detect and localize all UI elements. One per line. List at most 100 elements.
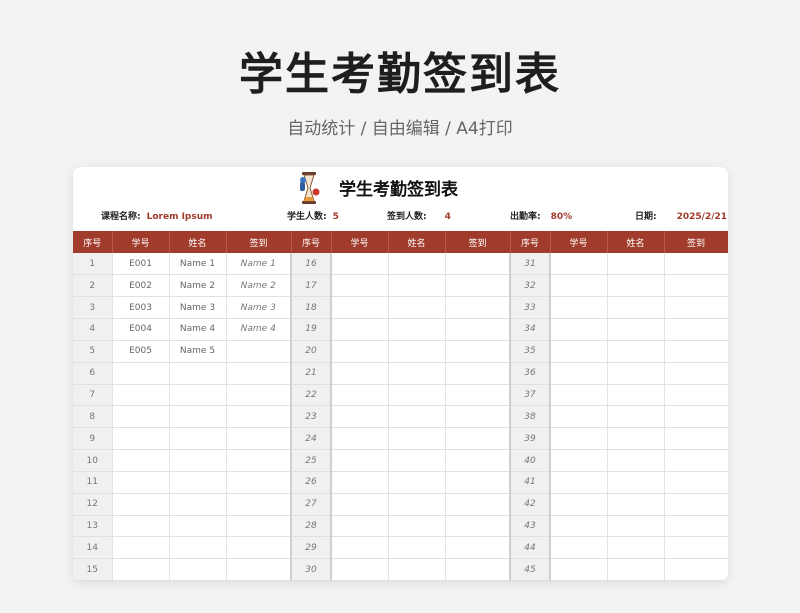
student-id-cell[interactable]: E002	[112, 274, 170, 298]
students-value[interactable]: 5	[333, 212, 339, 222]
name-cell[interactable]	[607, 296, 665, 320]
name-cell[interactable]: Name 5	[169, 340, 227, 363]
sign-cell[interactable]	[445, 405, 511, 429]
student-id-cell[interactable]	[331, 536, 389, 560]
sign-cell[interactable]	[226, 405, 292, 429]
name-cell[interactable]	[169, 427, 227, 451]
name-cell[interactable]	[607, 340, 665, 363]
signed-value[interactable]: 4	[445, 212, 451, 222]
student-id-cell[interactable]	[550, 427, 608, 451]
sign-cell[interactable]	[664, 340, 728, 363]
sign-cell[interactable]	[445, 274, 511, 298]
sign-cell[interactable]	[226, 515, 292, 538]
name-cell[interactable]	[169, 493, 227, 516]
name-cell[interactable]: Name 2	[169, 274, 227, 298]
name-cell[interactable]	[607, 449, 665, 472]
sign-cell[interactable]	[664, 296, 728, 320]
sign-cell[interactable]	[445, 340, 511, 363]
name-cell[interactable]	[388, 296, 446, 320]
sign-cell[interactable]	[664, 362, 728, 385]
student-id-cell[interactable]	[550, 493, 608, 516]
sign-cell[interactable]	[664, 253, 728, 276]
sign-cell[interactable]	[445, 471, 511, 494]
sign-cell[interactable]	[226, 558, 292, 581]
student-id-cell[interactable]	[550, 471, 608, 494]
student-id-cell[interactable]	[550, 253, 608, 276]
name-cell[interactable]	[169, 536, 227, 560]
sign-cell[interactable]	[445, 253, 511, 276]
sign-cell[interactable]	[664, 536, 728, 560]
student-id-cell[interactable]: E005	[112, 340, 170, 363]
name-cell[interactable]	[607, 536, 665, 560]
student-id-cell[interactable]	[331, 362, 389, 385]
sign-cell[interactable]	[445, 515, 511, 538]
student-id-cell[interactable]	[331, 318, 389, 341]
name-cell[interactable]: Name 3	[169, 296, 227, 320]
student-id-cell[interactable]	[112, 536, 170, 560]
sign-cell[interactable]	[445, 384, 511, 407]
sign-cell[interactable]: Name 2	[226, 274, 292, 298]
student-id-cell[interactable]	[331, 515, 389, 538]
student-id-cell[interactable]	[550, 536, 608, 560]
name-cell[interactable]	[607, 427, 665, 451]
name-cell[interactable]	[607, 274, 665, 298]
sign-cell[interactable]	[226, 340, 292, 363]
sign-cell[interactable]	[226, 471, 292, 494]
student-id-cell[interactable]: E001	[112, 253, 170, 276]
name-cell[interactable]	[169, 471, 227, 494]
student-id-cell[interactable]	[112, 515, 170, 538]
student-id-cell[interactable]	[112, 493, 170, 516]
student-id-cell[interactable]	[550, 449, 608, 472]
name-cell[interactable]	[607, 405, 665, 429]
name-cell[interactable]	[388, 558, 446, 581]
sign-cell[interactable]	[445, 296, 511, 320]
sign-cell[interactable]	[664, 493, 728, 516]
sign-cell[interactable]	[664, 384, 728, 407]
sign-cell[interactable]	[226, 536, 292, 560]
name-cell[interactable]	[607, 515, 665, 538]
name-cell[interactable]	[169, 384, 227, 407]
student-id-cell[interactable]	[550, 558, 608, 581]
name-cell[interactable]	[388, 274, 446, 298]
student-id-cell[interactable]	[331, 405, 389, 429]
sign-cell[interactable]	[445, 493, 511, 516]
name-cell[interactable]: Name 4	[169, 318, 227, 341]
sign-cell[interactable]	[226, 362, 292, 385]
name-cell[interactable]	[607, 384, 665, 407]
student-id-cell[interactable]	[331, 558, 389, 581]
name-cell[interactable]	[388, 318, 446, 341]
name-cell[interactable]	[388, 405, 446, 429]
name-cell[interactable]	[169, 515, 227, 538]
name-cell[interactable]	[169, 405, 227, 429]
student-id-cell[interactable]	[331, 427, 389, 451]
sign-cell[interactable]	[664, 471, 728, 494]
name-cell[interactable]	[607, 253, 665, 276]
name-cell[interactable]	[388, 340, 446, 363]
student-id-cell[interactable]	[112, 449, 170, 472]
sign-cell[interactable]	[226, 384, 292, 407]
student-id-cell[interactable]	[331, 471, 389, 494]
sign-cell[interactable]: Name 3	[226, 296, 292, 320]
name-cell[interactable]	[169, 558, 227, 581]
sign-cell[interactable]	[445, 427, 511, 451]
name-cell[interactable]	[388, 536, 446, 560]
sign-cell[interactable]	[445, 449, 511, 472]
student-id-cell[interactable]	[550, 274, 608, 298]
student-id-cell[interactable]	[112, 384, 170, 407]
name-cell[interactable]	[607, 493, 665, 516]
student-id-cell[interactable]	[550, 296, 608, 320]
student-id-cell[interactable]	[331, 449, 389, 472]
student-id-cell[interactable]	[331, 493, 389, 516]
sign-cell[interactable]	[445, 362, 511, 385]
sign-cell[interactable]	[226, 427, 292, 451]
name-cell[interactable]	[607, 558, 665, 581]
name-cell[interactable]: Name 1	[169, 253, 227, 276]
student-id-cell[interactable]: E003	[112, 296, 170, 320]
name-cell[interactable]	[607, 471, 665, 494]
name-cell[interactable]	[388, 427, 446, 451]
student-id-cell[interactable]	[550, 405, 608, 429]
sign-cell[interactable]: Name 1	[226, 253, 292, 276]
name-cell[interactable]	[388, 471, 446, 494]
student-id-cell[interactable]	[550, 515, 608, 538]
course-value[interactable]: Lorem Ipsum	[147, 212, 213, 222]
